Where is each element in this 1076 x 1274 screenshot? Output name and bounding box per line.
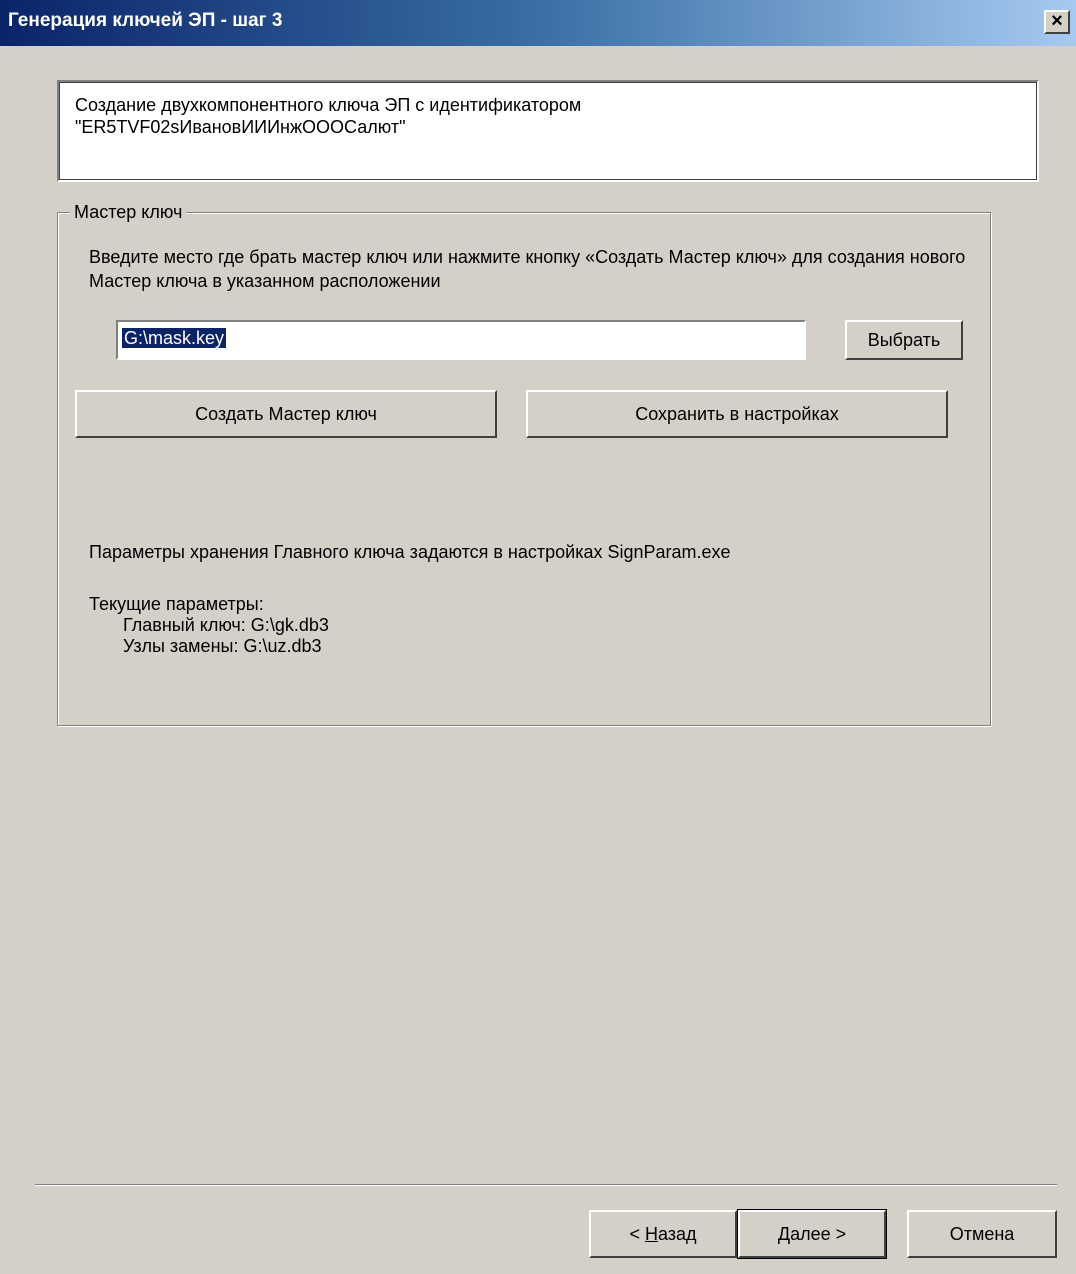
header-line-2: "ER5TVF02sИвановИИИнжОООСалют" bbox=[75, 117, 406, 137]
browse-button[interactable]: Выбрать bbox=[845, 320, 963, 360]
create-master-key-button[interactable]: Создать Мастер ключ bbox=[75, 390, 497, 438]
close-icon: × bbox=[1051, 10, 1063, 32]
next-button[interactable]: Далее > bbox=[737, 1209, 887, 1259]
back-button[interactable]: < Назад bbox=[589, 1210, 737, 1258]
window-title: Генерация ключей ЭП - шаг 3 bbox=[8, 10, 283, 31]
main-key-param: Главный ключ: G:\gk.db3 bbox=[123, 615, 329, 635]
master-key-group-label: Мастер ключ bbox=[70, 202, 187, 223]
master-key-description: Введите место где брать мастер ключ или … bbox=[89, 247, 966, 291]
subst-nodes-param: Узлы замены: G:\uz.db3 bbox=[123, 636, 322, 656]
cancel-button[interactable]: Отмена bbox=[907, 1210, 1057, 1258]
master-key-path-input[interactable]: G:\mask.key bbox=[116, 320, 806, 360]
footer-separator bbox=[35, 1184, 1057, 1186]
close-button[interactable]: × bbox=[1044, 10, 1070, 34]
current-params-label: Текущие параметры: bbox=[89, 594, 264, 614]
master-key-path-value: G:\mask.key bbox=[122, 328, 227, 348]
header-line-1: Создание двухкомпонентного ключа ЭП с ид… bbox=[75, 95, 582, 115]
title-bar: Генерация ключей ЭП - шаг 3 × bbox=[0, 0, 1076, 46]
storage-note: Параметры хранения Главного ключа задают… bbox=[89, 542, 731, 562]
save-in-settings-button[interactable]: Сохранить в настройках bbox=[526, 390, 948, 438]
current-params: Текущие параметры: Главный ключ: G:\gk.d… bbox=[89, 594, 329, 657]
header-panel: Создание двухкомпонентного ключа ЭП с ид… bbox=[57, 80, 1039, 182]
